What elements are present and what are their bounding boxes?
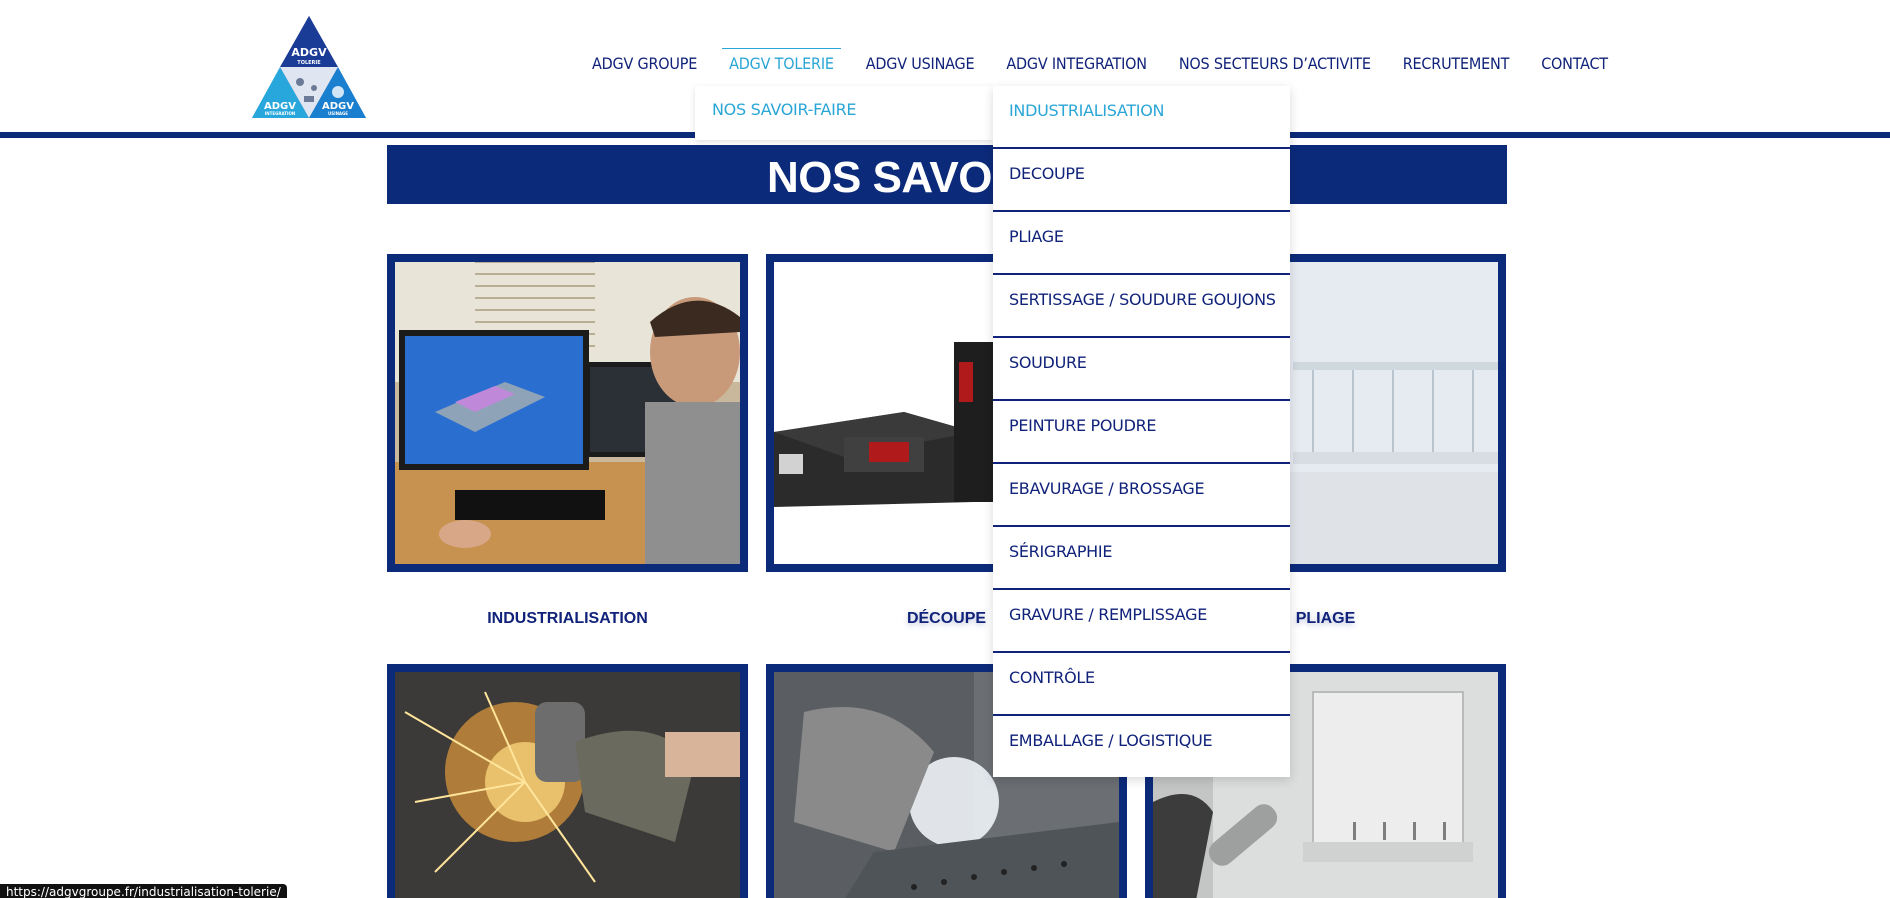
card-label-industrialisation[interactable]: INDUSTRIALISATION [387,610,748,628]
savoir-faire-dropdown: INDUSTRIALISATION DECOUPE PLIAGE SERTISS… [993,86,1290,777]
card-ebavurage[interactable] [387,664,748,898]
dropdown-item-soudure[interactable]: SOUDURE [993,338,1290,401]
dropdown-item-peinture-poudre[interactable]: PEINTURE POUDRE [993,401,1290,464]
dropdown-item-pliage[interactable]: PLIAGE [993,212,1290,275]
page-title-banner: NOS SAVOIR [387,145,1507,204]
dropdown-item-industrialisation[interactable]: INDUSTRIALISATION [993,86,1290,149]
status-bar-url: https://adgvgroupe.fr/industrialisation-… [0,884,287,898]
main-nav: ADGV GROUPE ADGV TOLERIE ADGV USINAGE AD… [585,48,1633,82]
nav-item-recrutement[interactable]: RECRUTEMENT [1396,48,1516,82]
dropdown-item-ebavurage[interactable]: EBAVURAGE / BROSSAGE [993,464,1290,527]
logo-left-sub: INTEGRATION [265,111,295,116]
dropdown-item-controle[interactable]: CONTRÔLE [993,653,1290,716]
industrialisation-photo [395,261,740,564]
nav-item-adgv-integration[interactable]: ADGV INTEGRATION [999,48,1153,82]
adgv-logo[interactable]: ADGV TOLERIE ADGV INTEGRATION ADGV USINA… [252,16,366,118]
dropdown-item-serigraphie[interactable]: SÉRIGRAPHIE [993,527,1290,590]
logo-top-text: ADGV [291,46,327,59]
nav-item-secteurs-activite[interactable]: NOS SECTEURS D’ACTIVITE [1172,48,1378,82]
nav-item-adgv-tolerie[interactable]: ADGV TOLERIE [722,48,841,82]
nav-item-contact[interactable]: CONTACT [1534,48,1615,82]
logo-right-sub: USINAGE [328,111,348,116]
nav-item-adgv-usinage[interactable]: ADGV USINAGE [859,48,982,82]
dropdown-item-emballage[interactable]: EMBALLAGE / LOGISTIQUE [993,716,1290,777]
submenu-item-savoir-faire[interactable]: NOS SAVOIR-FAIRE [712,100,857,119]
nav-item-adgv-groupe[interactable]: ADGV GROUPE [585,48,704,82]
card-industrialisation[interactable] [387,254,748,572]
dropdown-item-decoupe[interactable]: DECOUPE [993,149,1290,212]
logo-top-sub: TOLERIE [297,60,321,66]
dropdown-item-sertissage[interactable]: SERTISSAGE / SOUDURE GOUJONS [993,275,1290,338]
tolerie-submenu: NOS SAVOIR-FAIRE [695,86,993,140]
ebavurage-photo [395,672,740,898]
dropdown-item-gravure[interactable]: GRAVURE / REMPLISSAGE [993,590,1290,653]
